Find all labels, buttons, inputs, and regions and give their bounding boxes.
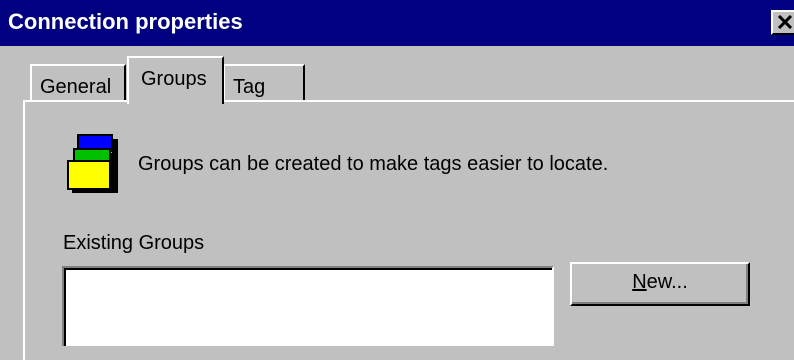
tab-tag[interactable]: Tag [223, 64, 305, 100]
tab-groups[interactable]: Groups [127, 56, 224, 104]
window-title: Connection properties [8, 9, 243, 34]
new-group-button[interactable]: New... [570, 262, 750, 306]
new-button-label: ew... [646, 271, 688, 293]
tab-general[interactable]: General [30, 64, 126, 100]
close-button[interactable] [771, 10, 794, 35]
existing-groups-list[interactable] [62, 266, 554, 346]
tab-general-label: General [40, 76, 112, 98]
title-bar: Connection properties [0, 0, 794, 46]
stacked-groups-icon [67, 134, 118, 193]
tab-groups-label: Groups [141, 68, 207, 90]
groups-info-text: Groups can be created to make tags easie… [138, 153, 609, 175]
tab-tag-label: Tag [233, 76, 266, 98]
close-icon [777, 15, 793, 29]
new-button-mnemonic: N [632, 271, 647, 293]
existing-groups-label: Existing Groups [63, 232, 205, 254]
